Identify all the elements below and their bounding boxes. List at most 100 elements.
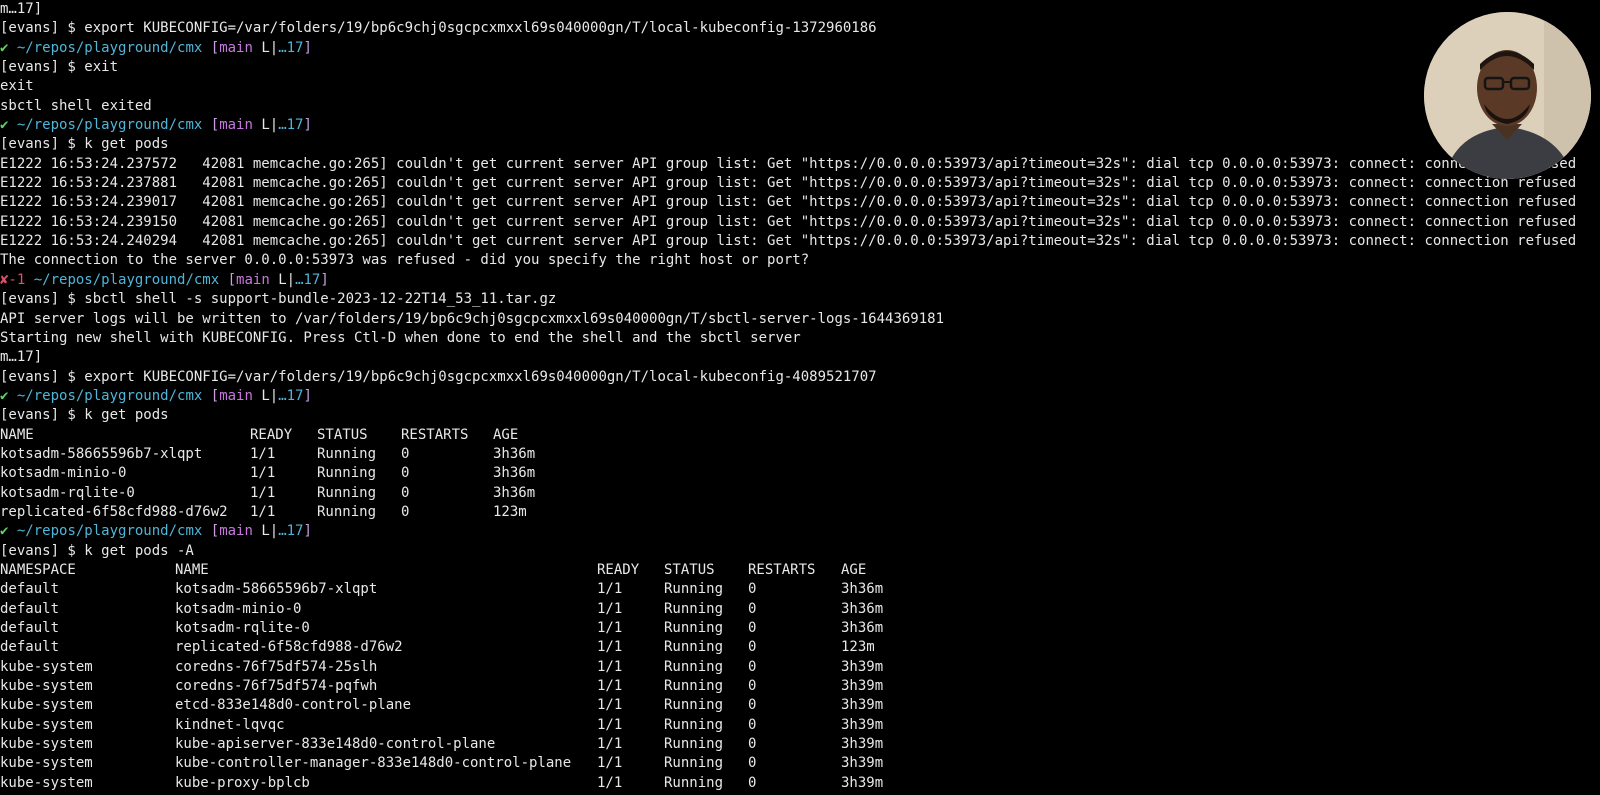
table-cell: 1/1 [597, 736, 623, 753]
table-cell: 0 [401, 445, 410, 462]
terminal-line: [evans] $ k get pods [0, 406, 1600, 425]
git-status-count: …17 [278, 523, 304, 540]
table-row: default kotsadm-minio-0 1/1 Running 0 3h36m [0, 600, 1600, 619]
table-cell: NAMESPACE [0, 561, 76, 578]
table-row: kotsadm-rqlite-0 1/1 Running 0 3h36m [0, 484, 1600, 503]
table-cell: coredns-76f75df574-25slh [175, 658, 378, 675]
table-cell: kotsadm-58665596b7-xlqpt [0, 445, 203, 462]
table-cell: kotsadm-rqlite-0 [0, 484, 135, 501]
table-cell: NAME [0, 426, 34, 443]
git-bracket: ] [320, 271, 329, 288]
table-row: kotsadm-minio-0 1/1 Running 0 3h36m [0, 464, 1600, 483]
table-cell: 0 [401, 503, 410, 520]
table-cell: STATUS [664, 561, 715, 578]
git-bracket: ] [303, 117, 312, 134]
git-status-marker: L| [278, 271, 296, 288]
git-status-count: …17 [295, 271, 321, 288]
table-cell: 3h39m [841, 736, 884, 753]
table-row: kube-system etcd-833e148d0-control-plane 1… [0, 696, 1600, 715]
table-cell: AGE [493, 426, 519, 443]
success-check-icon: ✔ [0, 117, 9, 134]
table-cell: AGE [841, 561, 867, 578]
table-cell: 0 [748, 697, 757, 714]
terminal-line: E1222 16:53:24.237881 42081 memcache.go:… [0, 174, 1600, 193]
table-cell: Running [664, 755, 724, 772]
table-cell: 0 [748, 620, 757, 636]
line-text: m…17] [0, 349, 43, 366]
table-row: kube-system coredns-76f75df574-pqfwh 1/1 Ru… [0, 677, 1600, 696]
table-cell: 0 [748, 716, 757, 733]
table-cell: 0 [748, 678, 757, 695]
table-cell: kube-system [0, 658, 93, 675]
table-cell: Running [317, 465, 377, 482]
table-cell: 3h36m [841, 600, 884, 617]
terminal-line: The connection to the server 0.0.0.0:539… [0, 251, 1600, 270]
table-cell: kindnet-lqvqc [175, 716, 285, 733]
line-text: E1222 16:53:24.237881 42081 memcache.go:… [0, 175, 1577, 192]
table-cell: 0 [401, 484, 410, 501]
table-cell: Running [664, 620, 724, 636]
table-cell: 3h36m [841, 581, 884, 598]
shell-prompt: ✔ ~/repos/playground/cmx [main L|…17] [0, 116, 1600, 135]
table-cell: Running [664, 639, 724, 656]
table-cell: 0 [748, 600, 757, 617]
table-cell: kotsadm-minio-0 [0, 465, 127, 482]
table-row: kube-system kube-controller-manager-833e1… [0, 754, 1600, 773]
table-cell: Running [664, 678, 724, 695]
table-cell: Running [664, 716, 724, 733]
table-cell: RESTARTS [748, 561, 816, 578]
line-text: E1222 16:53:24.239150 42081 memcache.go:… [0, 213, 1577, 230]
table-cell: Running [664, 697, 724, 714]
table-cell: kube-system [0, 736, 93, 753]
success-check-icon: ✔ [0, 387, 9, 404]
table-row: replicated-6f58cfd988-d76w2 1/1 Running 0 12… [0, 503, 1600, 522]
table-cell: kube-system [0, 716, 93, 733]
table-cell: 3h36m [493, 465, 536, 482]
shell-prompt: ✔ ~/repos/playground/cmx [main L|…17] [0, 39, 1600, 58]
table-cell: 1/1 [597, 581, 623, 598]
line-text: exit [0, 78, 34, 95]
table-cell: 3h39m [841, 716, 884, 733]
prompt-path: ~/repos/playground/cmx [16, 387, 203, 404]
terminal-output[interactable]: m…17] [evans] $ export KUBECONFIG=/var/fo… [0, 0, 1600, 795]
table-cell: 1/1 [250, 503, 276, 520]
git-bracket: [ [210, 523, 220, 540]
table-cell: NAME [175, 561, 209, 578]
prompt-path: ~/repos/playground/cmx [16, 523, 203, 540]
success-check-icon: ✔ [0, 39, 9, 56]
table-row: kube-system coredns-76f75df574-25slh 1/1 Ru… [0, 658, 1600, 677]
table-cell: RESTARTS [401, 426, 469, 443]
table-cell: Running [664, 658, 724, 675]
table-row: kube-system kindnet-lqvqc 1/1 Running 0 3h39m [0, 716, 1600, 735]
table-row: kotsadm-58665596b7-xlqpt 1/1 Running 0 3h36m [0, 445, 1600, 464]
table-cell: 1/1 [250, 445, 276, 462]
table-cell: kube-apiserver-833e148d0-control-plane [175, 736, 496, 753]
presenter-webcam [1424, 12, 1591, 179]
table-cell: replicated-6f58cfd988-d76w2 [175, 639, 403, 656]
table-cell: replicated-6f58cfd988-d76w2 [0, 503, 228, 520]
line-text: [evans] $ sbctl shell -s support-bundle-… [0, 291, 557, 308]
git-status-count: …17 [278, 387, 304, 404]
table-row: NAME READY STATUS RESTARTS AGE [0, 426, 1600, 445]
table-cell: Running [317, 503, 377, 520]
table-row: NAMESPACE NAME READY STATUS RESTARTS AGE [0, 561, 1600, 580]
table-cell: 3h39m [841, 774, 884, 791]
terminal-line: [evans] $ export KUBECONFIG=/var/folders… [0, 19, 1600, 38]
table-cell: kube-controller-manager-833e148d0-contro… [175, 755, 572, 772]
terminal-line: [evans] $ export KUBECONFIG=/var/folders… [0, 368, 1600, 387]
git-bracket: [ [227, 271, 237, 288]
git-bracket: [ [210, 39, 220, 56]
table-cell: Running [664, 581, 724, 598]
terminal-line: E1222 16:53:24.239017 42081 memcache.go:… [0, 193, 1600, 212]
table-row: default kotsadm-rqlite-0 1/1 Running 0 3h36m [0, 619, 1600, 638]
line-text: m…17] [0, 1, 43, 17]
table-cell: 0 [401, 465, 410, 482]
table-cell: 3h36m [493, 484, 536, 501]
git-bracket: ] [303, 387, 312, 404]
shell-prompt: ✘-1 ~/repos/playground/cmx [main L|…17] [0, 271, 1600, 290]
git-branch: main [219, 39, 253, 56]
table-cell: 1/1 [250, 465, 276, 482]
table-cell: 1/1 [597, 600, 623, 617]
git-status-marker: L| [261, 117, 279, 134]
table-cell: 1/1 [597, 678, 623, 695]
